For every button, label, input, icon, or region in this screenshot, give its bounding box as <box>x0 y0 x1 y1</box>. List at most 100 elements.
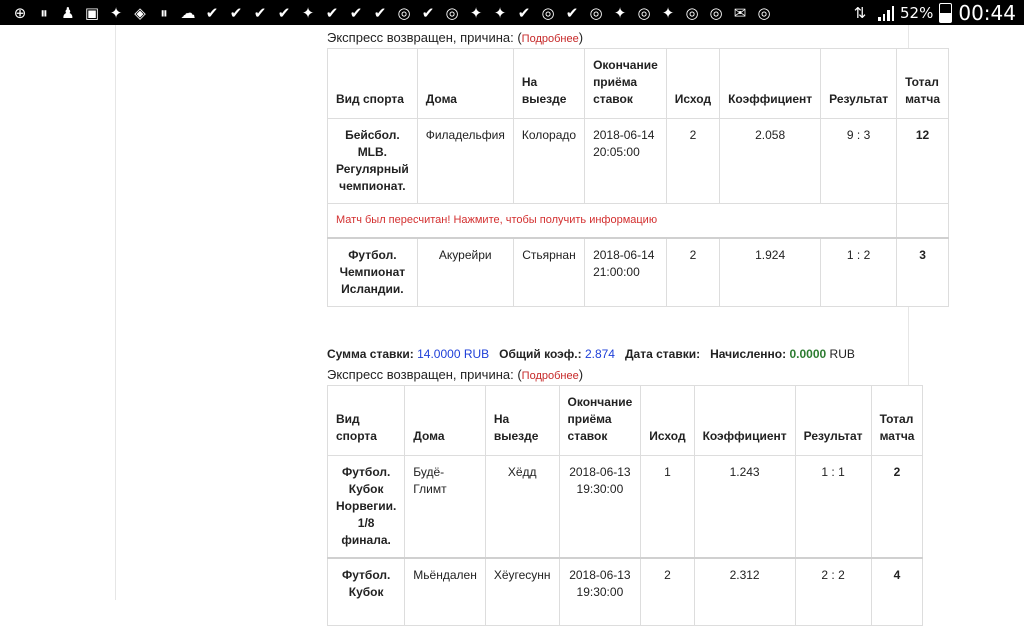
cell-total: 12 <box>896 118 949 204</box>
signal-icon <box>878 5 895 21</box>
header-total: Тотал матча <box>870 385 924 456</box>
header-coef: Коэффициент <box>719 48 822 119</box>
chrome-icon: ◎ <box>637 3 651 22</box>
cell-outcome: 2 <box>665 118 721 204</box>
coef-value: 2.874 <box>584 347 615 361</box>
table-row: Футбол. Чемпионат Исландии. Акурейри Сть… <box>327 237 949 307</box>
twitter-icon: ✦ <box>613 3 627 22</box>
table-row: Футбол. Кубок Норвегии. 1/8 финала. Будё… <box>326 455 924 559</box>
battery-percent: 52% <box>900 3 934 22</box>
cell-home: Акурейри <box>416 237 514 307</box>
table-header-row: Вид спорта Дома На выезде Окончание приё… <box>327 48 949 119</box>
pause-icon: ⏸ <box>40 3 48 22</box>
header-end: Окончание приёма ставок <box>558 385 642 456</box>
header-result: Результат <box>794 385 872 456</box>
express2-reason: Экспресс возвращен, причина: (Подробнее) <box>327 367 583 382</box>
check-icon: ✔ <box>325 3 339 22</box>
reason-close: ) <box>578 30 584 45</box>
reason-text: Экспресс возвращен, причина: ( <box>327 367 522 382</box>
header-end: Окончание приёма ставок <box>584 48 667 119</box>
cell-result: 2 : 2 <box>794 557 872 626</box>
check-icon: ✔ <box>253 3 267 22</box>
stake-value: 14.0000 RUB <box>417 347 490 361</box>
table-header-row: Вид спорта Дома На выезде Окончание приё… <box>326 385 924 456</box>
cell-end: 2018-06-14 21:00:00 <box>584 237 667 307</box>
notification-icons: ⊕ ⏸ ♟ ▣ ✦ ◈ ⏸ ☁ ✔ ✔ ✔ ✔ ✦ ✔ ✔ ✔ ◎ ✔ ◎ ✦ ✦ ✔ ◎ ✔ ◎ ✦ ◎ ✦ ◎ ◎ ✉ ◎ <box>0 0 776 25</box>
check-icon: ✔ <box>565 3 579 22</box>
header-total: Тотал матча <box>896 48 949 119</box>
gmail-icon: ✉ <box>733 3 747 22</box>
cell-home: Мьёндален <box>404 557 486 626</box>
cell-coef: 1.243 <box>693 455 796 559</box>
left-divider <box>115 25 116 600</box>
cell-sport: Футбол. Кубок <box>326 557 406 626</box>
express2-table: Вид спорта Дома На выезде Окончание приё… <box>326 385 924 626</box>
cell-result: 9 : 3 <box>820 118 898 204</box>
cell-away: Хёдд <box>484 455 560 559</box>
cell-total: 4 <box>870 557 924 626</box>
cell-end: 2018-06-13 19:30:00 <box>558 557 642 626</box>
status-bar: ⊕ ⏸ ♟ ▣ ✦ ◈ ⏸ ☁ ✔ ✔ ✔ ✔ ✦ ✔ ✔ ✔ ◎ ✔ ◎ ✦ ✦ ✔ ◎ ✔ ◎ ✦ ◎ ✦ ◎ ◎ ✉ ◎ ⇅ 52% 0… <box>0 0 1024 25</box>
express1-table: Вид спорта Дома На выезде Окончание приё… <box>326 48 949 307</box>
twitter-icon: ✦ <box>493 3 507 22</box>
chrome-icon: ◎ <box>445 3 459 22</box>
check-icon: ✔ <box>421 3 435 22</box>
twitter-icon: ✦ <box>301 3 315 22</box>
cell-result: 1 : 2 <box>820 237 898 307</box>
reason-text: Экспресс возвращен, причина: ( <box>327 30 522 45</box>
chrome-icon: ◎ <box>589 3 603 22</box>
details-link[interactable]: Подробнее <box>522 33 579 45</box>
cell-coef: 1.924 <box>719 237 822 307</box>
check-icon: ✔ <box>349 3 363 22</box>
notice-empty-cell <box>896 203 949 239</box>
page[interactable]: Экспресс возвращен, причина: (Подробнее)… <box>0 25 1024 626</box>
recalc-notice-row[interactable]: Матч был пересчитан! Нажмите, чтобы полу… <box>326 203 949 239</box>
cell-total: 2 <box>870 455 924 559</box>
header-sport: Вид спорта <box>327 48 418 119</box>
header-result: Результат <box>820 48 898 119</box>
chrome-icon: ◎ <box>757 3 771 22</box>
stake-label: Сумма ставки: <box>327 347 414 361</box>
cell-sport: Футбол. Кубок Норвегии. 1/8 финала. <box>326 455 406 559</box>
bet-summary: Сумма ставки: 14.0000 RUB Общий коэф.: 2… <box>327 347 855 361</box>
cell-away: Стьярнан <box>512 237 586 307</box>
cell-sport: Футбол. Чемпионат Исландии. <box>327 237 418 307</box>
cloud-icon: ☁ <box>180 3 196 22</box>
data-arrows-icon: ⇅ <box>853 3 867 22</box>
pause-icon: ⏸ <box>160 3 168 22</box>
date-label: Дата ставки: <box>625 347 701 361</box>
cell-home: Филадельфия <box>416 118 514 204</box>
cell-end: 2018-06-14 20:05:00 <box>584 118 667 204</box>
header-coef: Коэффициент <box>693 385 796 456</box>
credited-label: Начисленно: <box>710 347 787 361</box>
battery-icon <box>939 2 953 23</box>
check-icon: ✔ <box>205 3 219 22</box>
cell-result: 1 : 1 <box>794 455 872 559</box>
plus-circle-icon: ⊕ <box>13 3 27 22</box>
person-icon: ♟ <box>61 3 75 22</box>
coef-label: Общий коэф.: <box>499 347 582 361</box>
details-link[interactable]: Подробнее <box>522 370 579 382</box>
twitter-icon: ✦ <box>469 3 483 22</box>
cell-total: 3 <box>896 237 949 307</box>
table-row: Бейсбол. MLB. Регулярный чемпионат. Фила… <box>327 118 949 204</box>
recalc-notice[interactable]: Матч был пересчитан! Нажмите, чтобы полу… <box>326 203 898 239</box>
check-icon: ✔ <box>373 3 387 22</box>
cell-outcome: 1 <box>640 455 695 559</box>
chrome-icon: ◎ <box>709 3 723 22</box>
table-row: Футбол. Кубок Мьёндален Хёугесунн 2018-0… <box>326 557 924 626</box>
credited-currency: RUB <box>829 347 855 361</box>
status-bar-right: ⇅ 52% 00:44 <box>848 0 1024 25</box>
header-outcome: Исход <box>665 48 721 119</box>
credited-value: 0.0000 <box>789 347 827 361</box>
check-icon: ✔ <box>277 3 291 22</box>
cell-away: Колорадо <box>512 118 586 204</box>
header-sport: Вид спорта <box>326 385 406 456</box>
twitter-icon: ✦ <box>109 3 123 22</box>
check-icon: ✔ <box>517 3 531 22</box>
image-icon: ▣ <box>84 3 100 22</box>
header-away: На выезде <box>484 385 560 456</box>
reason-close: ) <box>578 367 584 382</box>
cell-end: 2018-06-13 19:30:00 <box>558 455 642 559</box>
cell-coef: 2.058 <box>719 118 822 204</box>
